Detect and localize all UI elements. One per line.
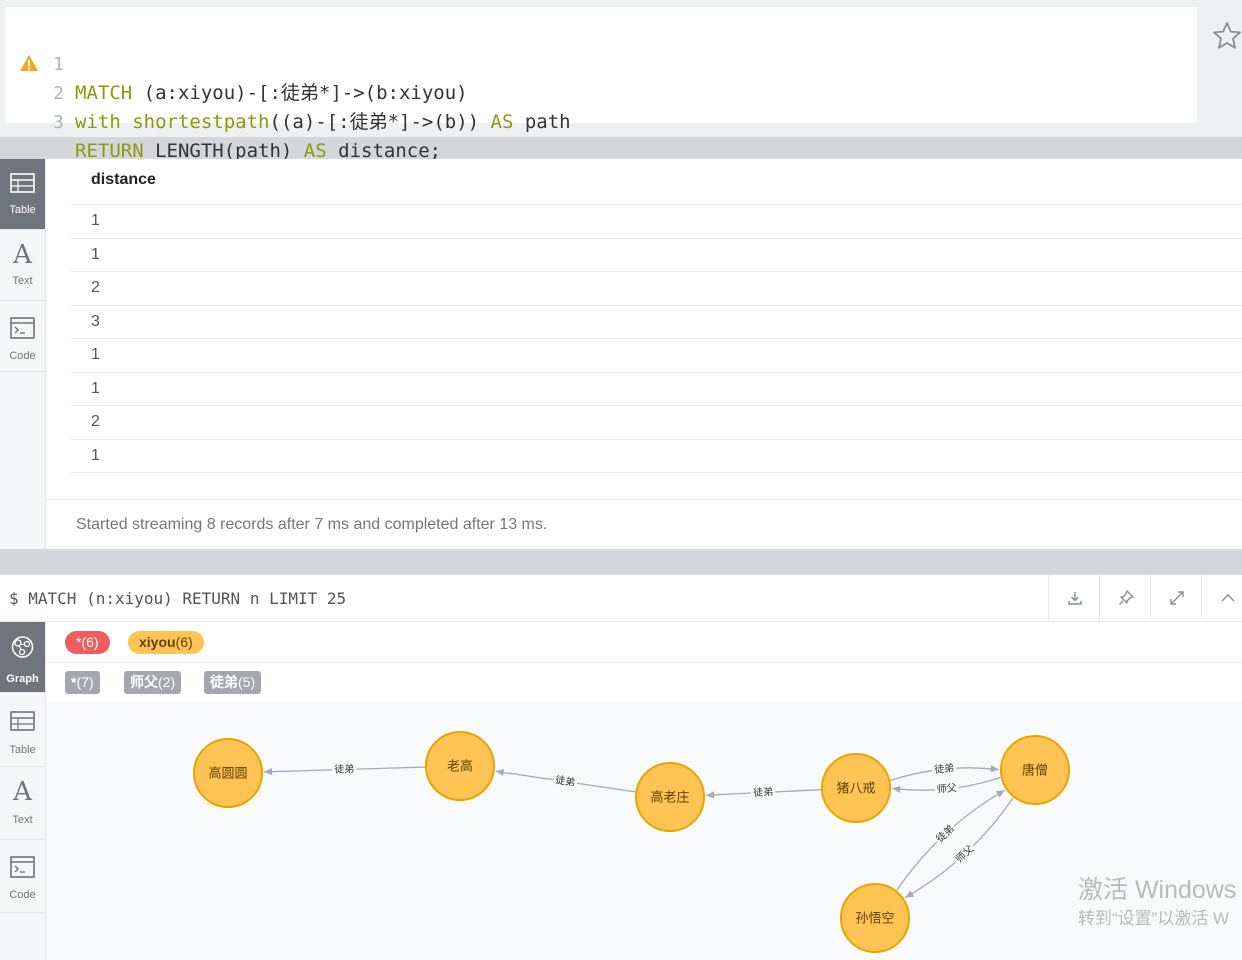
download-icon [1068,592,1082,605]
tag-text: 师父 [130,674,158,690]
table-icon [10,173,35,193]
table-cell: 1 [91,446,100,464]
column-header-distance: distance [91,171,156,188]
graph-canvas[interactable]: 徒弟 徒弟 徒弟 徒弟 师父 徒弟 师父 高圆圆 老高 高老庄 猪八戒 唐僧 孙悟空 [46,702,1242,960]
view-tab-label: Code [9,889,36,901]
text-icon: A [12,777,33,805]
svg-text:A: A [12,777,33,805]
graph-frame: $ MATCH (n:xiyou) RETURN n LIMIT 25 Grap… [0,575,1242,960]
collapse-button[interactable] [1201,575,1242,621]
text-icon: A [12,240,33,268]
tag-count: (7) [76,674,94,690]
view-tab-code[interactable]: Code [0,301,45,372]
table-row: 2 [71,406,1242,440]
code-text: MATCH (a:xiyou)-[:徒弟*]->(b:xiyou) [75,82,468,104]
graph-node-label: 高老庄 [650,790,689,806]
status-text: Started streaming 8 records after 7 ms a… [76,516,548,533]
graph-relationship[interactable] [896,789,1006,891]
view-tab-text[interactable]: A Text [0,230,45,301]
graph-view-sidebar: Graph Table A Text Code [0,622,46,960]
graph-visualization[interactable]: 徒弟徒弟徒弟徒弟师父徒弟师父高圆圆 老高高老庄猪八戒唐僧孙悟空 [46,702,1242,960]
table-row: 1 [71,440,1242,473]
relationship-label: 徒弟 [753,785,774,799]
relationship-label: 徒弟 [334,762,354,776]
svg-text:A: A [12,240,33,268]
view-tab-code[interactable]: Code [0,840,45,913]
graph-node-label: 孙悟空 [855,912,894,927]
rel-type-tag-tudi[interactable]: 徒弟(5) [204,671,262,694]
view-tab-label: Text [12,275,33,287]
view-tab-table[interactable]: Table [0,159,45,230]
table-row: 1 [71,239,1242,272]
table-row: 1 [71,339,1242,373]
view-tab-label: Table [9,744,36,756]
table-cell: 2 [91,413,100,430]
expand-button[interactable] [1150,575,1202,621]
star-icon[interactable] [1211,20,1242,52]
result-frame: Table A Text Code distance 1 1 2 3 1 1 2… [0,159,1242,549]
code-text: with shortestpath((a)-[:徒弟*]->(b)) AS pa… [75,111,571,133]
warning-triangle-icon[interactable] [19,54,39,72]
table-row: 1 [71,373,1242,406]
relationship-type-legend: *(7) 师父(2) 徒弟(5) [46,662,1242,703]
rel-type-tag-shifu[interactable]: 师父(2) [124,671,182,694]
status-bar: Started streaming 8 records after 7 ms a… [46,499,1242,550]
expand-icon [1170,591,1184,605]
result-table: 1 1 2 3 1 1 2 1 [71,204,1242,473]
graph-node-label: 猪八戒 [836,782,875,797]
table-cell: 1 [91,245,100,263]
view-tab-graph[interactable]: Graph [0,622,45,693]
graph-node-label: 老高 [447,759,473,775]
view-tab-label: Text [12,814,33,826]
editor-area: 1 MATCH (a:xiyou)-[:徒弟*]->(b:xiyou) 2 wi… [0,0,1242,162]
tag-text: 徒弟 [210,674,238,690]
download-button[interactable] [1048,575,1100,621]
query-editor[interactable]: 1 MATCH (a:xiyou)-[:徒弟*]->(b:xiyou) 2 wi… [5,7,1197,162]
graph-relationship[interactable] [904,797,1014,899]
tag-count: (2) [158,674,176,690]
table-row: 3 [71,306,1242,339]
tag-count: (5) [238,674,256,690]
frame-query[interactable]: $ MATCH (n:xiyou) RETURN n LIMIT 25 [9,589,346,608]
code-icon [10,856,35,878]
pill-count: (6) [81,634,99,650]
table-cell: 2 [91,279,100,296]
watermark-line-2: 转到“设置”以激活 W [1078,909,1230,928]
code-icon [10,317,35,339]
graph-node-label: 高圆圆 [208,766,247,782]
view-tab-label: Graph [6,673,39,685]
view-tab-table[interactable]: Table [0,693,45,767]
watermark-line-1: 激活 Windows [1078,876,1237,904]
table-cell: 3 [91,312,100,330]
table-cell: 1 [91,379,100,397]
collapse-up-icon [1221,593,1235,602]
pill-text: xiyou [139,634,176,650]
rel-type-tag-all[interactable]: *(7) [65,671,100,694]
code-line-3[interactable]: 3 RETURN LENGTH(path) AS distance; [5,79,441,162]
table-icon [10,711,35,731]
table-row: 1 [71,205,1242,239]
pill-count: (6) [175,634,193,650]
result-view-sidebar: Table A Text Code [0,159,46,549]
line-number: 3 [53,112,64,133]
graph-icon [11,636,34,658]
view-tab-label: Code [9,350,36,362]
view-tab-label: Table [9,204,36,216]
pin-icon [1119,590,1134,605]
table-cell: 1 [91,346,100,363]
code-line-2[interactable]: 2 with shortestpath((a)-[:徒弟*]->(b)) AS … [5,50,570,133]
node-label-legend: *(6) xiyou(6) [46,622,1242,663]
frame-header: $ MATCH (n:xiyou) RETURN n LIMIT 25 [0,575,1242,622]
graph-node-label: 唐僧 [1022,763,1048,779]
pin-button[interactable] [1099,575,1151,621]
view-tab-text[interactable]: A Text [0,767,45,840]
table-cell: 1 [91,212,100,229]
table-row: 2 [71,272,1242,306]
code-line-1[interactable]: 1 MATCH (a:xiyou)-[:徒弟*]->(b:xiyou) [5,21,467,104]
node-label-pill-all[interactable]: *(6) [65,631,110,654]
node-label-pill-xiyou[interactable]: xiyou(6) [128,631,204,654]
